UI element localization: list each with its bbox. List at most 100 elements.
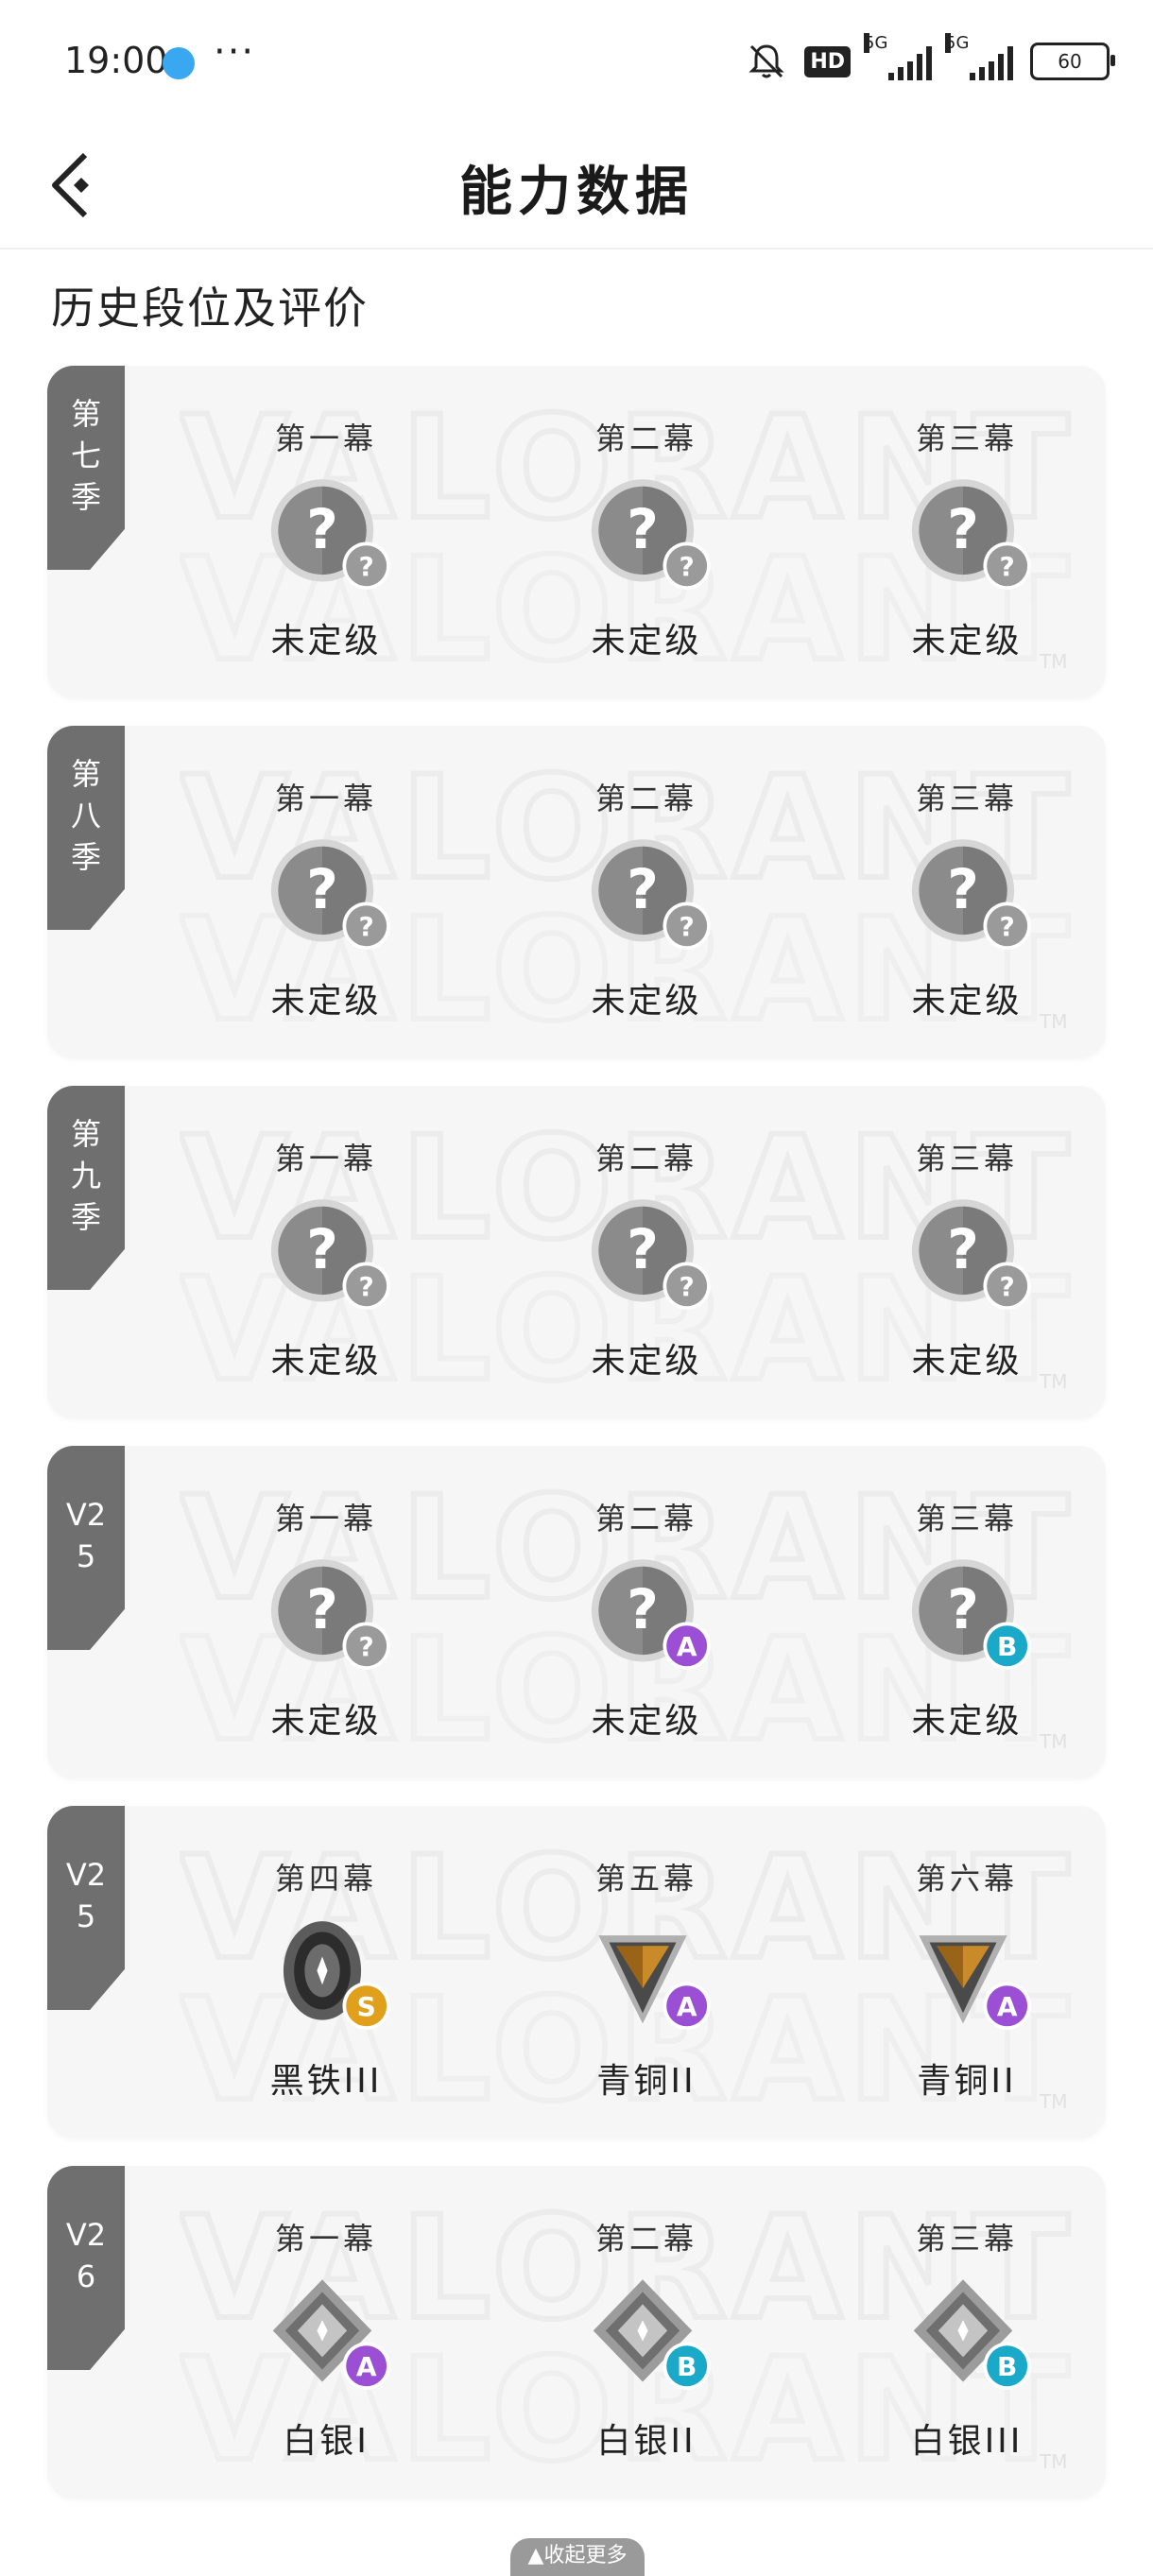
grade-badge-icon: A <box>663 1622 711 1670</box>
svg-text:?: ? <box>627 857 659 921</box>
act-label: 第三幕 <box>915 1141 1018 1176</box>
rank-label: 青铜II <box>596 2062 697 2101</box>
act-label: 第二幕 <box>594 1141 697 1176</box>
section-title: 历史段位及评价 <box>51 283 369 334</box>
grade-badge-icon: ? <box>342 902 390 950</box>
season-card: VALORANT VALORANT TM 第九季 第一幕?? 未定级 第二幕?? 未定级 第三幕… <box>47 1086 1106 1418</box>
signal-strength-icon: 5G <box>864 33 932 80</box>
act-item[interactable]: 第二幕 B 白银II <box>505 2166 788 2499</box>
act-label: 第三幕 <box>915 421 1018 456</box>
rank-label: 白银I <box>283 2422 370 2461</box>
grade-badge-icon: ? <box>983 1262 1031 1310</box>
rank-emblem-icon: ?? <box>591 479 711 590</box>
grade-badge-icon: ? <box>342 1622 390 1670</box>
svg-text:B: B <box>677 2351 697 2382</box>
act-label: 第一幕 <box>274 1501 377 1537</box>
svg-text:?: ? <box>1000 551 1015 582</box>
rank-label: 未定级 <box>591 1702 702 1741</box>
season-card: VALORANT VALORANT TM 第七季 第一幕?? 未定级 第二幕?? 未定级 第三幕… <box>47 366 1106 698</box>
act-item[interactable]: 第二幕?? 未定级 <box>505 366 788 698</box>
grade-badge-icon: ? <box>342 1262 390 1310</box>
svg-text:?: ? <box>359 911 374 942</box>
grade-badge-icon: A <box>342 2342 390 2390</box>
act-item[interactable]: 第三幕 B 白银III <box>825 2166 1106 2499</box>
grade-badge-icon: ? <box>983 541 1031 590</box>
act-item[interactable]: 第三幕? B 未定级 <box>825 1446 1106 1778</box>
act-item[interactable]: 第二幕? A 未定级 <box>505 1446 788 1778</box>
act-item[interactable]: 第三幕?? 未定级 <box>825 726 1106 1058</box>
act-label: 第三幕 <box>915 1501 1018 1537</box>
act-item[interactable]: 第五幕 A 青铜II <box>505 1806 788 2138</box>
svg-text:?: ? <box>306 857 338 921</box>
act-item[interactable]: 第二幕?? 未定级 <box>505 1086 788 1418</box>
act-item[interactable]: 第二幕?? 未定级 <box>505 726 788 1058</box>
rank-emblem-icon: B <box>593 2279 711 2390</box>
rank-emblem-icon: A <box>598 1935 711 2030</box>
svg-text:?: ? <box>1000 1271 1015 1302</box>
rank-label: 未定级 <box>911 1702 1023 1741</box>
more-notifications-icon: ··· <box>214 30 256 74</box>
rank-label: 未定级 <box>270 1342 382 1381</box>
svg-text:A: A <box>677 1991 697 2022</box>
grade-badge-icon: ? <box>663 1262 711 1310</box>
act-label: 第六幕 <box>915 1861 1018 1897</box>
act-label: 第三幕 <box>915 781 1018 816</box>
battery-icon: 60 <box>1030 43 1115 80</box>
act-label: 第二幕 <box>594 781 697 816</box>
grade-badge-icon: B <box>663 2342 711 2390</box>
rank-emblem-icon: S <box>283 1921 390 2030</box>
svg-text:A: A <box>356 2351 377 2382</box>
svg-text:?: ? <box>359 551 374 582</box>
svg-text:?: ? <box>680 551 695 582</box>
act-item[interactable]: 第三幕?? 未定级 <box>825 1086 1106 1418</box>
act-item[interactable]: 第四幕 S 黑铁III <box>184 1806 468 2138</box>
act-item[interactable]: 第一幕 A 白银I <box>184 2166 468 2499</box>
season-tag: V25 <box>47 1806 125 2010</box>
rank-label: 未定级 <box>911 982 1023 1021</box>
season-card: VALORANT VALORANT TM V25 第四幕 S 黑铁III 第五幕 A 青铜II 第六… <box>47 1806 1106 2138</box>
rank-label: 白银II <box>596 2422 697 2461</box>
svg-text:?: ? <box>306 1577 338 1641</box>
act-label: 第三幕 <box>915 2221 1018 2257</box>
rank-emblem-icon: ?? <box>270 1199 390 1310</box>
rank-emblem-icon: A <box>272 2279 390 2390</box>
svg-text:?: ? <box>306 497 338 561</box>
grade-badge-icon: ? <box>663 902 711 950</box>
rank-label: 未定级 <box>591 1342 702 1381</box>
act-item[interactable]: 第一幕?? 未定级 <box>184 1446 468 1778</box>
svg-text:?: ? <box>1000 911 1015 942</box>
rank-label: 未定级 <box>911 622 1023 661</box>
rank-label: 未定级 <box>591 982 702 1021</box>
rank-emblem-icon: ?? <box>270 479 390 590</box>
signal-strength-icon: 5G <box>945 33 1013 80</box>
rank-label: 未定级 <box>270 1702 382 1741</box>
hd-voice-icon: HD <box>804 45 851 77</box>
act-item[interactable]: 第一幕?? 未定级 <box>184 726 468 1058</box>
svg-text:B: B <box>997 2351 1017 2382</box>
svg-text:?: ? <box>947 1217 979 1281</box>
rank-label: 未定级 <box>911 1342 1023 1381</box>
act-item[interactable]: 第六幕 A 青铜II <box>825 1806 1106 2138</box>
act-item[interactable]: 第一幕?? 未定级 <box>184 366 468 698</box>
svg-text:?: ? <box>947 497 979 561</box>
act-label: 第一幕 <box>274 1141 377 1176</box>
svg-text:?: ? <box>627 497 659 561</box>
svg-text:A: A <box>677 1631 697 1662</box>
rank-emblem-icon: ?? <box>911 1199 1031 1310</box>
rank-label: 黑铁III <box>269 2062 383 2101</box>
act-item[interactable]: 第三幕?? 未定级 <box>825 366 1106 698</box>
act-label: 第二幕 <box>594 1501 697 1537</box>
rank-label: 未定级 <box>270 622 382 661</box>
rank-label: 白银III <box>910 2422 1024 2461</box>
rank-emblem-icon: ?? <box>270 1559 390 1670</box>
svg-text:S: S <box>357 1991 376 2022</box>
act-label: 第一幕 <box>274 781 377 816</box>
svg-text:B: B <box>997 1631 1017 1662</box>
svg-text:?: ? <box>680 1271 695 1302</box>
act-label: 第一幕 <box>274 2221 377 2257</box>
svg-text:?: ? <box>359 1271 374 1302</box>
collapse-button[interactable]: ▲收起更多 <box>510 2538 645 2576</box>
grade-badge-icon: S <box>342 1982 390 2030</box>
rank-emblem-icon: ?? <box>911 479 1031 590</box>
act-item[interactable]: 第一幕?? 未定级 <box>184 1086 468 1418</box>
